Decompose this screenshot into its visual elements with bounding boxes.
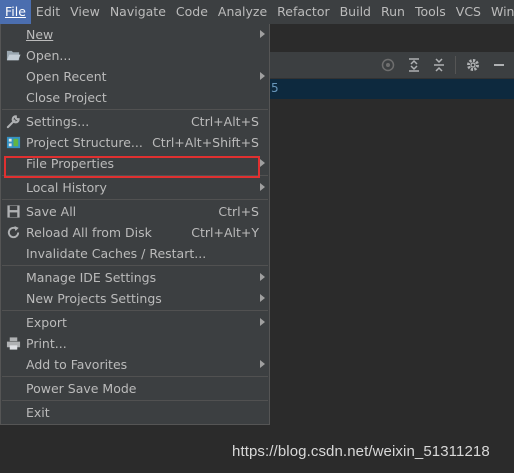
menu-item-shortcut: Ctrl+Alt+S: [190, 114, 259, 129]
menu-item-manage-ide-settings[interactable]: Manage IDE Settings: [1, 267, 269, 288]
menu-item-open-recent[interactable]: Open Recent: [1, 66, 269, 87]
menu-item-label: Local History: [26, 180, 107, 195]
menu-item-label: Save All: [26, 204, 77, 219]
file-menu-dropdown: New Open... Open Recent Close Project Se…: [0, 24, 270, 425]
menu-item-invalidate-caches[interactable]: Invalidate Caches / Restart...: [1, 243, 269, 264]
menu-item-new[interactable]: New: [1, 24, 269, 45]
menu-build[interactable]: Build: [335, 0, 376, 24]
menu-item-label: Add to Favorites: [26, 357, 128, 372]
menu-item-shortcut: Ctrl+Alt+Y: [191, 225, 259, 240]
editor-area[interactable]: [265, 100, 514, 473]
tool-window-toolbar: [265, 52, 514, 79]
watermark-text: https://blog.csdn.net/weixin_51311218: [232, 443, 490, 460]
menu-item-local-history[interactable]: Local History: [1, 177, 269, 198]
gear-icon[interactable]: [465, 57, 481, 73]
menu-vcs[interactable]: VCS: [451, 0, 486, 24]
menu-analyze[interactable]: Analyze: [213, 0, 272, 24]
menu-item-label: Exit: [26, 405, 50, 420]
submenu-arrow-icon: [260, 360, 265, 368]
highlight-annotation-box: [4, 156, 260, 178]
menu-item-project-structure[interactable]: Project Structure... Ctrl+Alt+Shift+S: [1, 132, 269, 153]
menu-item-label: Open Recent: [26, 69, 107, 84]
menu-item-save-all[interactable]: Save All Ctrl+S: [1, 201, 269, 222]
menu-item-label: Print...: [26, 336, 67, 351]
menu-navigate[interactable]: Navigate: [105, 0, 171, 24]
collapse-all-icon[interactable]: [431, 57, 447, 73]
menu-item-label: New Projects Settings: [26, 291, 162, 306]
menu-item-label: Export: [26, 315, 67, 330]
submenu-arrow-icon: [260, 294, 265, 302]
menu-file[interactable]: File: [0, 0, 31, 24]
menu-item-label: Close Project: [26, 90, 107, 105]
menu-tools[interactable]: Tools: [410, 0, 451, 24]
menu-item-label: Power Save Mode: [26, 381, 137, 396]
submenu-arrow-icon: [260, 318, 265, 326]
reload-icon: [7, 225, 20, 239]
menu-separator: [2, 199, 268, 200]
menu-item-reload-all[interactable]: Reload All from Disk Ctrl+Alt+Y: [1, 222, 269, 243]
menu-item-close-project[interactable]: Close Project: [1, 87, 269, 108]
menu-separator: [2, 310, 268, 311]
menu-separator: [2, 265, 268, 266]
menu-separator: [2, 109, 268, 110]
submenu-arrow-icon: [260, 273, 265, 281]
menu-item-label: Settings...: [26, 114, 90, 129]
menu-separator: [2, 400, 268, 401]
menu-refactor[interactable]: Refactor: [272, 0, 334, 24]
submenu-arrow-icon: [260, 30, 265, 38]
expand-all-icon[interactable]: [406, 57, 422, 73]
minimize-icon[interactable]: [491, 57, 507, 73]
wrench-icon: [6, 115, 20, 129]
menu-item-label: Open...: [26, 48, 72, 63]
menu-edit[interactable]: Edit: [31, 0, 65, 24]
locate-icon[interactable]: [380, 57, 396, 73]
print-icon: [6, 337, 21, 350]
menu-run[interactable]: Run: [376, 0, 410, 24]
folder-icon: [6, 50, 21, 61]
save-icon: [7, 205, 20, 218]
menu-item-exit[interactable]: Exit: [1, 402, 269, 423]
submenu-arrow-icon: [260, 72, 265, 80]
submenu-arrow-icon: [260, 183, 265, 191]
menu-item-add-to-favorites[interactable]: Add to Favorites: [1, 354, 269, 375]
menu-item-label: Project Structure...: [26, 135, 143, 150]
selected-row-text: 5: [271, 81, 279, 95]
menu-item-shortcut: Ctrl+Alt+Shift+S: [152, 135, 259, 150]
submenu-arrow-icon: [260, 159, 265, 167]
menu-window[interactable]: Win: [486, 0, 514, 24]
menu-item-print[interactable]: Print...: [1, 333, 269, 354]
menu-separator: [2, 376, 268, 377]
menu-item-export[interactable]: Export: [1, 312, 269, 333]
menu-item-label: Invalidate Caches / Restart...: [26, 246, 207, 261]
menu-item-label: Manage IDE Settings: [26, 270, 157, 285]
menu-item-label: New: [26, 24, 53, 45]
menu-item-open[interactable]: Open...: [1, 45, 269, 66]
menu-item-settings[interactable]: Settings... Ctrl+Alt+S: [1, 111, 269, 132]
selected-tree-row[interactable]: 5: [265, 79, 514, 99]
menu-item-shortcut: Ctrl+S: [218, 204, 259, 219]
toolbar-divider: [455, 56, 456, 74]
menu-item-label: Reload All from Disk: [26, 225, 152, 240]
menu-view[interactable]: View: [65, 0, 105, 24]
menu-item-power-save-mode[interactable]: Power Save Mode: [1, 378, 269, 399]
menu-code[interactable]: Code: [171, 0, 213, 24]
menu-bar: File Edit View Navigate Code Analyze Ref…: [0, 0, 514, 24]
project-structure-icon: [6, 136, 21, 149]
menu-item-new-projects-settings[interactable]: New Projects Settings: [1, 288, 269, 309]
menu-item-label-text: New: [26, 27, 54, 42]
